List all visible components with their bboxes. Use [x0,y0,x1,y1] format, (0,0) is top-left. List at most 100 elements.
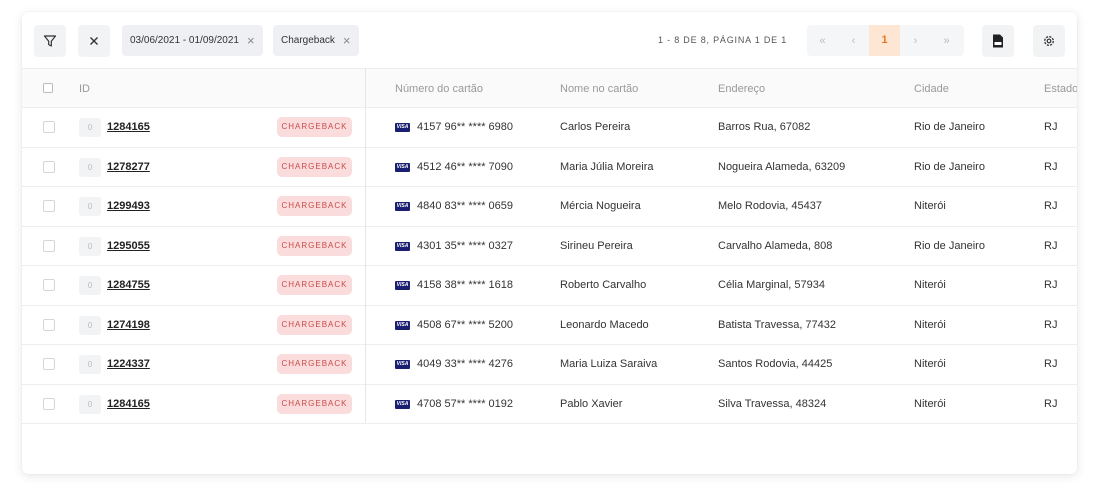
close-icon[interactable]: × [343,34,351,47]
count-badge: 0 [79,355,101,374]
count-badge: 0 [79,157,101,177]
visa-icon: VISA [395,320,410,330]
table-row[interactable]: 0 1274198 CHARGEBACK VISA 4508 67** **** 520… [22,306,1077,345]
city: Niterói [914,200,946,212]
state: RJ [1044,397,1058,410]
visa-icon: VISA [395,360,410,369]
next-page-button[interactable]: › [900,35,931,47]
current-page-button[interactable]: 1 [869,25,900,56]
row-checkbox[interactable] [43,318,55,331]
address: Célia Marginal, 57934 [718,279,826,291]
transaction-id-link[interactable]: 1278277 [107,161,150,173]
visa-icon: VISA [395,399,410,409]
city: Niterói [914,279,946,291]
filter-chip-date[interactable]: 03/06/2021 - 01/09/2021 × [122,25,263,56]
transaction-id-link[interactable]: 1284165 [107,121,150,133]
table-row[interactable]: 0 1284755 CHARGEBACK VISA 4158 38** **** 161… [22,266,1077,306]
transaction-id-link[interactable]: 1284755 [107,279,150,291]
filter-icon [43,35,57,47]
card-name: Sirineu Pereira [560,239,633,252]
select-all-checkbox[interactable] [43,83,53,93]
table-row[interactable]: 0 1284165 CHARGEBACK VISA 4157 96** **** 698… [22,108,1077,148]
card-name: Maria Luiza Saraiva [560,358,658,370]
card-name: Carlos Pereira [560,121,631,133]
transaction-id-link[interactable]: 1274198 [107,319,150,331]
city: Niterói [914,318,946,331]
card-name: Roberto Carvalho [560,279,647,291]
status-badge: CHARGEBACK [277,196,352,216]
status-badge: CHARGEBACK [277,393,352,414]
state: RJ [1044,318,1058,331]
filter-chip-status[interactable]: Chargeback × [273,25,359,56]
table-row[interactable]: 0 1278277 CHARGEBACK VISA 4512 46** **** 709… [22,148,1077,187]
status-badge: CHARGEBACK [277,314,352,335]
count-badge: 0 [79,315,101,335]
row-checkbox[interactable] [43,239,55,252]
pagination: « ‹ 1 › » [807,25,964,56]
state: RJ [1044,358,1058,370]
count-badge: 0 [79,276,101,295]
export-csv-button[interactable] [982,25,1014,57]
csv-file-icon [993,34,1003,48]
row-checkbox[interactable] [43,358,55,370]
row-checkbox[interactable] [43,121,55,133]
count-badge: 0 [79,236,101,256]
column-header-city[interactable]: Cidade [914,83,949,95]
filter-chip-label: Chargeback [281,35,335,46]
filter-button[interactable] [34,25,66,57]
clear-filters-button[interactable] [78,25,110,57]
gear-icon [1044,36,1054,46]
visa-icon: VISA [395,281,410,290]
address: Barros Rua, 67082 [718,121,811,133]
table-row[interactable]: 0 1299493 CHARGEBACK VISA 4840 83** **** 065… [22,187,1077,227]
count-badge: 0 [79,118,101,137]
transaction-id-link[interactable]: 1284165 [107,398,150,410]
status-badge: CHARGEBACK [277,354,352,374]
city: Rio de Janeiro [914,239,985,252]
row-checkbox[interactable] [43,279,55,291]
transaction-id-link[interactable]: 1224337 [107,358,150,370]
count-badge: 0 [79,197,101,216]
row-checkbox[interactable] [43,160,55,173]
card-name: Maria Júlia Moreira [560,160,654,173]
transaction-id-link[interactable]: 1295055 [107,240,150,252]
address: Santos Rodovia, 44425 [718,358,833,370]
row-checkbox[interactable] [43,397,55,410]
city: Niterói [914,358,946,370]
column-header-card-number[interactable]: Número do cartão [395,83,483,95]
transactions-card: 03/06/2021 - 01/09/2021 × Chargeback × 1… [22,12,1077,474]
state: RJ [1044,239,1058,252]
card-number: 4840 83** **** 0659 [417,200,514,212]
card-number: 4049 33** **** 4276 [417,358,514,370]
state: RJ [1044,279,1058,291]
settings-button[interactable] [1033,25,1065,57]
visa-icon: VISA [395,123,410,132]
column-header-card-name[interactable]: Nome no cartão [560,83,638,95]
state: RJ [1044,160,1058,173]
card-number: 4157 96** **** 6980 [417,121,514,133]
card-name: Leonardo Macedo [560,318,649,331]
row-checkbox[interactable] [43,200,55,212]
visa-icon: VISA [395,162,410,172]
status-badge: CHARGEBACK [277,275,352,295]
toolbar: 03/06/2021 - 01/09/2021 × Chargeback × 1… [22,12,1077,68]
address: Melo Rodovia, 45437 [718,200,822,212]
column-header-address[interactable]: Endereço [718,83,765,95]
table-row[interactable]: 0 1295055 CHARGEBACK VISA 4301 35** **** 032… [22,227,1077,266]
column-divider [365,68,366,423]
card-number: 4512 46** **** 7090 [417,160,514,173]
last-page-button[interactable]: » [931,35,962,47]
visa-icon: VISA [395,202,410,211]
first-page-button[interactable]: « [807,35,838,47]
close-icon[interactable]: × [247,34,255,47]
table-row[interactable]: 0 1224337 CHARGEBACK VISA 4049 33** **** 427… [22,345,1077,385]
pagination-info: 1 - 8 DE 8, PÁGINA 1 DE 1 [658,35,788,45]
visa-icon: VISA [395,241,410,251]
table-row[interactable]: 0 1284165 CHARGEBACK VISA 4708 57** **** 019… [22,385,1077,424]
transaction-id-link[interactable]: 1299493 [107,200,150,212]
column-header-state[interactable]: Estado [1044,83,1077,95]
table-header: ID Número do cartão Nome no cartão Ender… [22,68,1077,108]
prev-page-button[interactable]: ‹ [838,35,869,47]
column-header-id[interactable]: ID [79,83,90,95]
status-badge: CHARGEBACK [277,156,352,177]
